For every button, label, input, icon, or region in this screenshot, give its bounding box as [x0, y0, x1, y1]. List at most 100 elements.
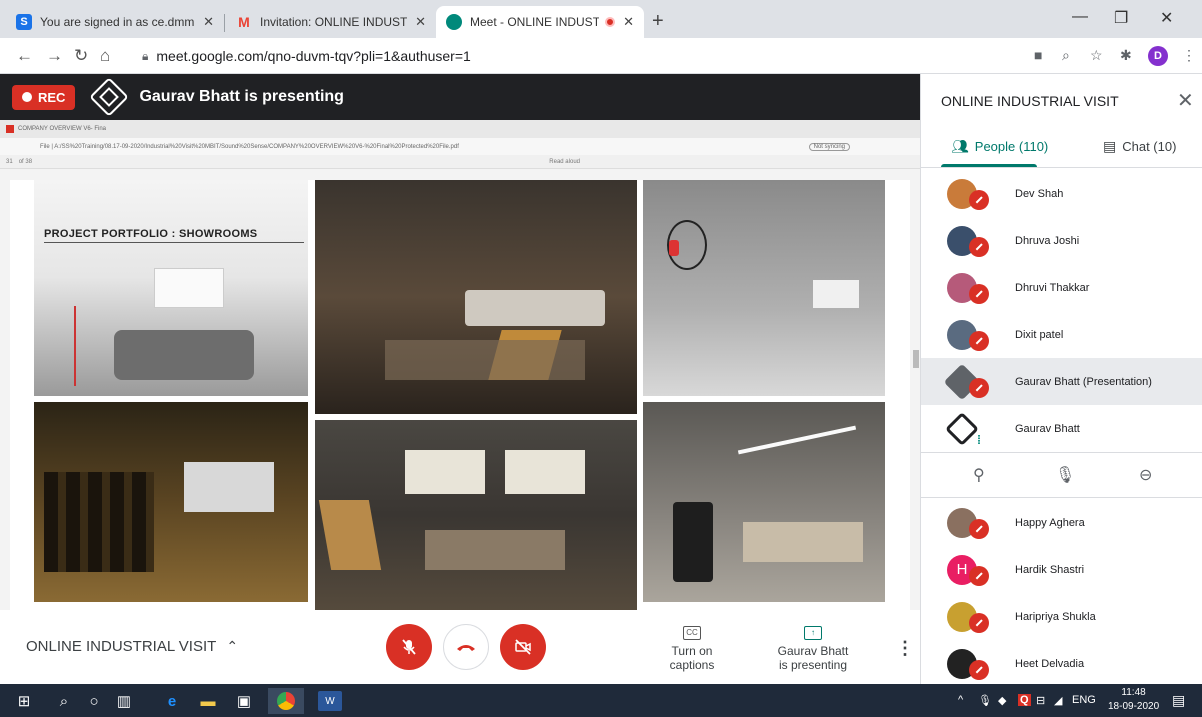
task-view-icon[interactable]: ▥ — [112, 691, 136, 711]
forward-icon[interactable]: → — [46, 46, 63, 66]
close-icon[interactable]: ✕ — [623, 14, 634, 30]
presenting-button[interactable]: ↑ Gaurav Bhatt is presenting — [772, 624, 854, 672]
home-icon[interactable]: ⌂ — [100, 46, 110, 66]
tab-invitation[interactable]: M Invitation: ONLINE INDUSTRIAL \ ✕ — [226, 6, 436, 38]
wifi-icon[interactable]: ◢ — [1054, 694, 1062, 707]
list-item[interactable]: Happy Aghera — [921, 499, 1202, 546]
close-icon[interactable]: ✕ — [203, 14, 214, 30]
photo-home-theatre — [315, 420, 637, 610]
camera-icon[interactable]: ■ — [1034, 47, 1042, 63]
shared-browser-tabbar: COMPANY OVERVIEW V6- Fina — [0, 120, 920, 138]
s-favicon-icon: S — [16, 14, 32, 30]
title-underline — [44, 242, 304, 243]
tab-title: You are signed in as ce.dmm — [40, 15, 195, 29]
lock-icon: 🔒︎ — [142, 48, 149, 63]
store-icon[interactable]: ▣ — [232, 691, 256, 711]
list-item[interactable]: Dhruvi Thakkar — [921, 264, 1202, 311]
photo-headphone-wall — [643, 180, 885, 396]
close-panel-icon[interactable]: ✕ — [1177, 88, 1194, 113]
chrome-taskbar-item[interactable] — [268, 688, 304, 714]
presenting-label-line2: is presenting — [778, 657, 848, 672]
pdf-page: PROJECT PORTFOLIO : SHOWROOMS — [10, 180, 910, 610]
reload-icon[interactable]: ↻ — [74, 46, 88, 66]
shared-address-bar: File | A:/SS%20Training/08.17-09-2020/In… — [0, 138, 920, 155]
participant-name: Dhruvi Thakkar — [1015, 281, 1090, 294]
tab-chat[interactable]: ▤ Chat (10) — [1103, 138, 1176, 155]
record-dot-icon — [22, 92, 32, 102]
list-item[interactable]: H Hardik Shastri — [921, 546, 1202, 593]
pdf-page-number: 31 — [6, 158, 13, 165]
photo-office — [643, 402, 885, 602]
list-item[interactable]: ⁞ Gaurav Bhatt — [921, 405, 1202, 452]
camera-toggle-button[interactable] — [500, 624, 546, 670]
remove-icon[interactable]: ⊖ — [1139, 465, 1152, 485]
captions-button[interactable]: CC Turn on captions — [650, 624, 734, 672]
q-tray-icon[interactable]: Q — [1018, 694, 1031, 706]
zoom-icon[interactable]: ⌕ — [1062, 47, 1070, 64]
restore-icon[interactable]: ❐ — [1114, 8, 1128, 28]
muted-icon — [969, 284, 989, 304]
cortana-icon[interactable]: ○ — [84, 691, 104, 711]
browser-menu-icon[interactable]: ⋮ — [1182, 47, 1196, 64]
extensions-icon[interactable]: ✱ — [1120, 47, 1132, 64]
leave-call-button[interactable] — [443, 624, 489, 670]
list-item[interactable]: Heet Delvadia — [921, 640, 1202, 687]
list-item[interactable]: Gaurav Bhatt (Presentation) — [921, 358, 1202, 405]
tab-separator — [224, 14, 225, 32]
phone-hangup-icon — [457, 645, 475, 651]
panel-divider — [921, 167, 1202, 168]
gmail-icon: M — [238, 14, 250, 30]
windows-start-icon[interactable]: ⊞ — [14, 691, 34, 711]
list-item[interactable]: Haripriya Shukla — [921, 593, 1202, 640]
list-item[interactable]: Dhruva Joshi — [921, 217, 1202, 264]
shared-scrollbar — [913, 350, 919, 368]
star-icon[interactable]: ☆ — [1090, 47, 1103, 64]
participants-panel: ONLINE INDUSTRIAL VISIT ✕ 👥︎ People (110… — [920, 74, 1202, 684]
pdf-toolbar: 31 of 38 Read aloud — [0, 155, 920, 169]
pin-icon[interactable]: ⚲ — [973, 465, 985, 485]
muted-icon — [969, 331, 989, 351]
close-icon[interactable]: ✕ — [415, 14, 426, 30]
new-tab-button[interactable]: + — [652, 10, 664, 33]
language-indicator[interactable]: ENG — [1072, 694, 1096, 706]
profile-avatar[interactable]: D — [1148, 46, 1168, 66]
close-window-icon[interactable]: ✕ — [1160, 8, 1173, 28]
show-hidden-icons[interactable]: ^ — [958, 694, 963, 706]
network-icon[interactable]: ⊟ — [1036, 694, 1045, 707]
back-icon[interactable]: ← — [16, 46, 33, 66]
windows-taskbar: ⊞ ⌕ ○ ▥ e ▬ ▣ W ^ 🎙︎ ◆ Q ⊟ ◢ ENG 11:48 1… — [0, 684, 1202, 717]
tab-people[interactable]: 👥︎ People (110) — [951, 138, 1048, 155]
tab-meet[interactable]: Meet - ONLINE INDUSTRIAL ✕ — [436, 6, 644, 38]
minimize-icon[interactable]: — — [1072, 8, 1088, 26]
file-explorer-icon[interactable]: ▬ — [196, 691, 220, 711]
muted-icon — [969, 613, 989, 633]
presentation-bar: REC Gaurav Bhatt is presenting — [0, 74, 920, 120]
tab-title: Invitation: ONLINE INDUSTRIAL \ — [260, 15, 408, 29]
muted-icon — [969, 378, 989, 398]
present-screen-icon: ↑ — [804, 625, 822, 640]
participant-name: Dixit patel — [1015, 328, 1064, 341]
captions-icon: CC — [683, 625, 701, 640]
url-field[interactable]: 🔒︎ meet.google.com/qno-duvm-tqv?pli=1&au… — [118, 43, 1048, 69]
portfolio-title: PROJECT PORTFOLIO : SHOWROOMS — [44, 228, 258, 240]
tab-signed-in[interactable]: S You are signed in as ce.dmm ✕ — [6, 6, 224, 38]
microphone-toggle-button[interactable] — [386, 624, 432, 670]
rec-label: REC — [38, 89, 66, 105]
list-item[interactable]: Dixit patel — [921, 311, 1202, 358]
participant-name: Hardik Shastri — [1015, 563, 1085, 576]
microphone-icon[interactable]: 🎙︎ — [1055, 465, 1075, 485]
microphone-tray-icon[interactable]: 🎙︎ — [978, 694, 992, 707]
photo-lounge — [315, 180, 637, 414]
word-icon[interactable]: W — [318, 691, 342, 711]
app-tray-icon[interactable]: ◆ — [998, 694, 1006, 707]
meeting-details-toggle[interactable]: ONLINE INDUSTRIAL VISIT ⌃ — [26, 638, 238, 655]
notifications-icon[interactable]: ▤ — [1172, 692, 1185, 709]
more-options-icon[interactable]: ⋮ — [896, 638, 914, 659]
participant-name: Heet Delvadia — [1015, 657, 1085, 670]
edge-icon[interactable]: e — [160, 691, 184, 711]
browser-tab-strip: S You are signed in as ce.dmm ✕ M Invita… — [0, 0, 1202, 38]
clock[interactable]: 11:48 18-09-2020 — [1108, 686, 1159, 714]
list-item[interactable]: Dev Shah — [921, 170, 1202, 217]
call-controls-bar: ONLINE INDUSTRIAL VISIT ⌃ CC Turn on cap… — [0, 610, 920, 684]
search-icon[interactable]: ⌕ — [54, 691, 74, 711]
